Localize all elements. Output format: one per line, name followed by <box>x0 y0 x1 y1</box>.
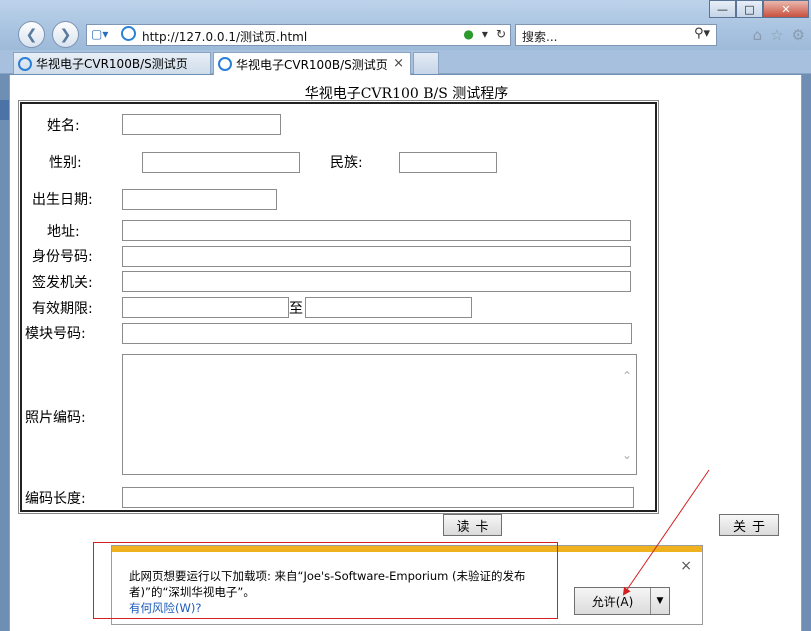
birth-label: 出生日期: <box>32 192 93 208</box>
address-url[interactable]: http://127.0.0.1/测试页.html <box>142 28 307 45</box>
validity-label: 有效期限: <box>32 301 93 317</box>
address-label: 地址: <box>47 224 80 240</box>
gear-icon[interactable]: ⚙ <box>792 26 805 44</box>
forward-icon[interactable]: ❯ <box>52 21 79 48</box>
code-length-label: 编码长度: <box>25 491 86 507</box>
notification-message: 此网页想要运行以下加载项: 来自“Joe's-Software-Emporium… <box>129 569 526 599</box>
nation-field[interactable] <box>399 152 497 173</box>
address-field[interactable] <box>122 220 631 241</box>
tab-2[interactable]: 华视电子CVR100B/S测试页 × <box>213 52 411 75</box>
issuer-label: 签发机关: <box>32 275 93 291</box>
notification-close-icon[interactable]: × <box>680 558 692 574</box>
back-icon[interactable]: ❮ <box>18 21 45 48</box>
minimize-icon[interactable]: — <box>709 0 736 18</box>
search-input[interactable]: 搜索... <box>522 28 557 45</box>
code-length-field[interactable] <box>122 487 634 508</box>
sex-field[interactable] <box>142 152 300 173</box>
allow-dropdown-icon[interactable]: ▼ <box>651 588 669 614</box>
tab-1[interactable]: 华视电子CVR100B/S测试页 <box>13 52 211 74</box>
photo-code-textarea[interactable]: ⌃ ⌄ <box>122 354 637 475</box>
scroll-down-icon[interactable]: ⌄ <box>622 448 632 462</box>
compatibility-icon[interactable]: ▢▾ <box>91 27 108 41</box>
tab-bar: 华视电子CVR100B/S测试页 华视电子CVR100B/S测试页 × <box>0 50 811 75</box>
dropdown-icon[interactable]: ▾ <box>482 27 488 41</box>
about-button[interactable]: 关于 <box>719 514 779 536</box>
name-label: 姓名: <box>47 118 80 134</box>
photo-code-label: 照片编码: <box>25 410 86 426</box>
validity-to-label: 至 <box>289 301 303 317</box>
window-controls: — □ ✕ <box>709 0 809 18</box>
page-title: 华视电子CVR100 B/S 测试程序 <box>304 86 509 102</box>
addon-icon[interactable]: ● <box>463 27 473 41</box>
scroll-up-icon[interactable]: ⌃ <box>622 369 632 383</box>
id-number-field[interactable] <box>122 246 631 267</box>
id-number-label: 身份号码: <box>32 249 93 265</box>
allow-button[interactable]: 允许(A) ▼ <box>574 587 670 615</box>
home-icon[interactable]: ⌂ <box>753 26 763 44</box>
form-frame: 姓名: 性别: 民族: 出生日期: 地址: 身份号码: 签发机关: 有效期限: … <box>18 100 659 514</box>
allow-button-label[interactable]: 允许(A) <box>575 588 651 614</box>
addon-notification-bar: 此网页想要运行以下加载项: 来自“Joe's-Software-Emporium… <box>111 545 703 625</box>
notification-stripe <box>112 546 702 552</box>
what-is-risk-link[interactable]: 有何风险(W)? <box>129 600 201 616</box>
nation-label: 民族: <box>330 155 363 171</box>
module-number-field[interactable] <box>122 323 632 344</box>
module-number-label: 模块号码: <box>25 326 86 342</box>
search-icon[interactable]: ⚲▾ <box>694 26 710 41</box>
issuer-field[interactable] <box>122 271 631 292</box>
validity-start-field[interactable] <box>122 297 289 318</box>
tab-label: 华视电子CVR100B/S测试页 <box>36 57 188 71</box>
close-window-icon[interactable]: ✕ <box>763 0 809 18</box>
maximize-icon[interactable]: □ <box>736 0 763 18</box>
search-box[interactable]: 搜索... ⚲▾ <box>515 24 717 46</box>
new-tab-button[interactable] <box>413 52 439 74</box>
tab-close-icon[interactable]: × <box>393 56 404 71</box>
sex-label: 性别: <box>49 155 82 171</box>
ie-tab-icon <box>218 57 232 71</box>
name-field[interactable] <box>122 114 281 135</box>
validity-end-field[interactable] <box>305 297 472 318</box>
ie-tab-icon <box>18 56 32 71</box>
browser-toolbar: — □ ✕ ❮ ❯ ▢▾ http://127.0.0.1/测试页.html ●… <box>0 0 811 50</box>
address-bar[interactable]: ▢▾ http://127.0.0.1/测试页.html ● ▾ ↻ <box>86 24 511 46</box>
read-card-button[interactable]: 读卡 <box>443 514 502 536</box>
ie-page-icon <box>121 26 136 41</box>
window-edge <box>0 100 9 120</box>
tab-label: 华视电子CVR100B/S测试页 <box>236 57 388 72</box>
birth-field[interactable] <box>122 189 277 210</box>
refresh-icon[interactable]: ↻ <box>496 27 506 41</box>
favorites-icon[interactable]: ☆ <box>770 26 783 44</box>
